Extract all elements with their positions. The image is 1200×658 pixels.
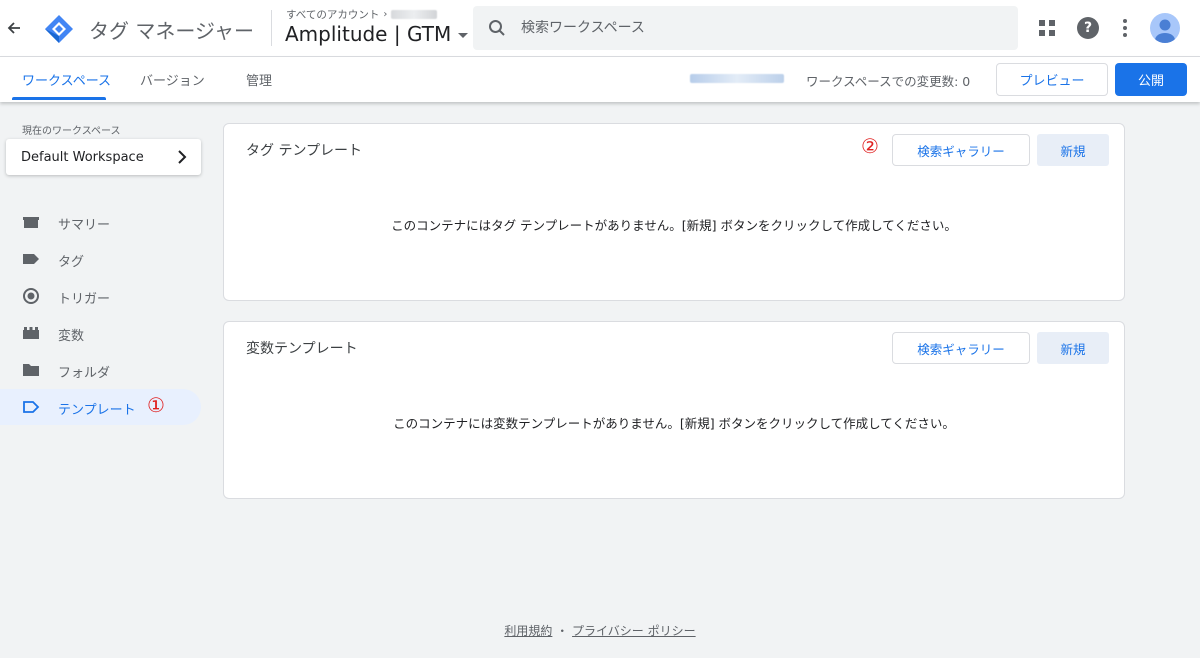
tag-icon (22, 250, 40, 268)
account-breadcrumb[interactable]: すべてのアカウント › (286, 7, 438, 22)
sidebar-item-folders[interactable]: フォルダ (0, 352, 201, 388)
back-arrow-icon[interactable] (4, 16, 24, 40)
new-variable-template-button[interactable]: 新規 (1037, 332, 1109, 364)
privacy-policy-link[interactable]: プライバシー ポリシー (572, 624, 696, 638)
container-name: Amplitude | GTM (285, 22, 452, 46)
sidebar-item-label: テンプレート (58, 403, 136, 418)
new-tag-template-button[interactable]: 新規 (1037, 134, 1109, 166)
terms-link[interactable]: 利用規約 (504, 624, 552, 638)
sidebar-item-summary[interactable]: サマリー (0, 204, 201, 240)
chevron-right-icon (175, 148, 189, 166)
sub-navigation: ワークスペース バージョン 管理 ワークスペースでの変更数: 0 プレビュー 公… (0, 57, 1200, 102)
preview-button[interactable]: プレビュー (996, 63, 1108, 96)
tab-workspace[interactable]: ワークスペース (22, 57, 111, 102)
card-title: タグ テンプレート (246, 143, 363, 159)
search-gallery-button[interactable]: 検索ギャラリー (892, 332, 1030, 364)
template-icon (22, 398, 40, 416)
empty-state-message: このコンテナには変数テンプレートがありません。[新規] ボタンをクリックして作成… (393, 416, 955, 431)
sidebar-item-label: トリガー (58, 292, 111, 307)
search-gallery-button[interactable]: 検索ギャラリー (892, 134, 1030, 166)
footer: 利用規約 ・ プライバシー ポリシー (0, 622, 1200, 639)
top-bar: タグ マネージャー すべてのアカウント › Amplitude | GTM ? (0, 0, 1200, 57)
workspace-name: Default Workspace (21, 149, 144, 165)
variable-icon (22, 324, 40, 342)
publish-button[interactable]: 公開 (1115, 63, 1187, 96)
sidebar-item-label: 変数 (58, 329, 85, 344)
summary-icon (22, 213, 40, 231)
caret-down-icon (458, 33, 469, 38)
card-title: 変数テンプレート (246, 341, 358, 357)
search-bar[interactable] (473, 6, 1018, 50)
sidebar-item-label: サマリー (58, 218, 111, 233)
apps-grid-icon[interactable] (1037, 18, 1057, 38)
title-divider (271, 10, 272, 46)
workspace-selector[interactable]: Default Workspace (6, 139, 201, 175)
variable-templates-card: 変数テンプレート 検索ギャラリー 新規 このコンテナには変数テンプレートがありま… (223, 321, 1125, 499)
annotation-marker-1: ① (147, 393, 165, 417)
account-crumb-label: すべてのアカウント (286, 9, 380, 21)
trigger-icon (22, 287, 40, 305)
sidebar-item-variables[interactable]: 変数 (0, 315, 201, 351)
folder-icon (22, 361, 40, 379)
sidebar-item-triggers[interactable]: トリガー (0, 278, 201, 314)
current-workspace-label: 現在のワークスペース (22, 126, 121, 137)
account-id-redacted (391, 10, 438, 19)
search-icon (473, 6, 521, 50)
more-vert-icon[interactable] (1115, 18, 1135, 38)
sidebar-item-tags[interactable]: タグ (0, 241, 201, 277)
tag-templates-card: タグ テンプレート ② 検索ギャラリー 新規 このコンテナにはタグ テンプレート… (223, 123, 1125, 301)
sidebar-item-label: タグ (58, 255, 85, 270)
sidebar-item-label: フォルダ (58, 366, 111, 381)
active-tab-indicator (12, 97, 106, 100)
sidebar-item-templates[interactable]: テンプレート ① (0, 389, 201, 425)
avatar[interactable] (1150, 13, 1180, 43)
footer-separator: ・ (556, 624, 569, 638)
help-icon[interactable]: ? (1077, 17, 1099, 39)
annotation-marker-2: ② (861, 134, 879, 158)
container-selector[interactable]: Amplitude | GTM (285, 22, 469, 46)
tab-admin[interactable]: 管理 (246, 57, 272, 102)
tag-manager-logo-icon[interactable] (44, 14, 74, 44)
app-title: タグ マネージャー (89, 19, 254, 43)
workspace-changes-count: ワークスペースでの変更数: 0 (806, 74, 971, 89)
search-input[interactable] (521, 20, 981, 36)
container-id-redacted[interactable] (690, 74, 784, 83)
empty-state-message: このコンテナにはタグ テンプレートがありません。[新規] ボタンをクリックして作… (391, 218, 957, 233)
chevron-right-icon: › (383, 9, 388, 20)
tab-versions[interactable]: バージョン (140, 57, 205, 102)
